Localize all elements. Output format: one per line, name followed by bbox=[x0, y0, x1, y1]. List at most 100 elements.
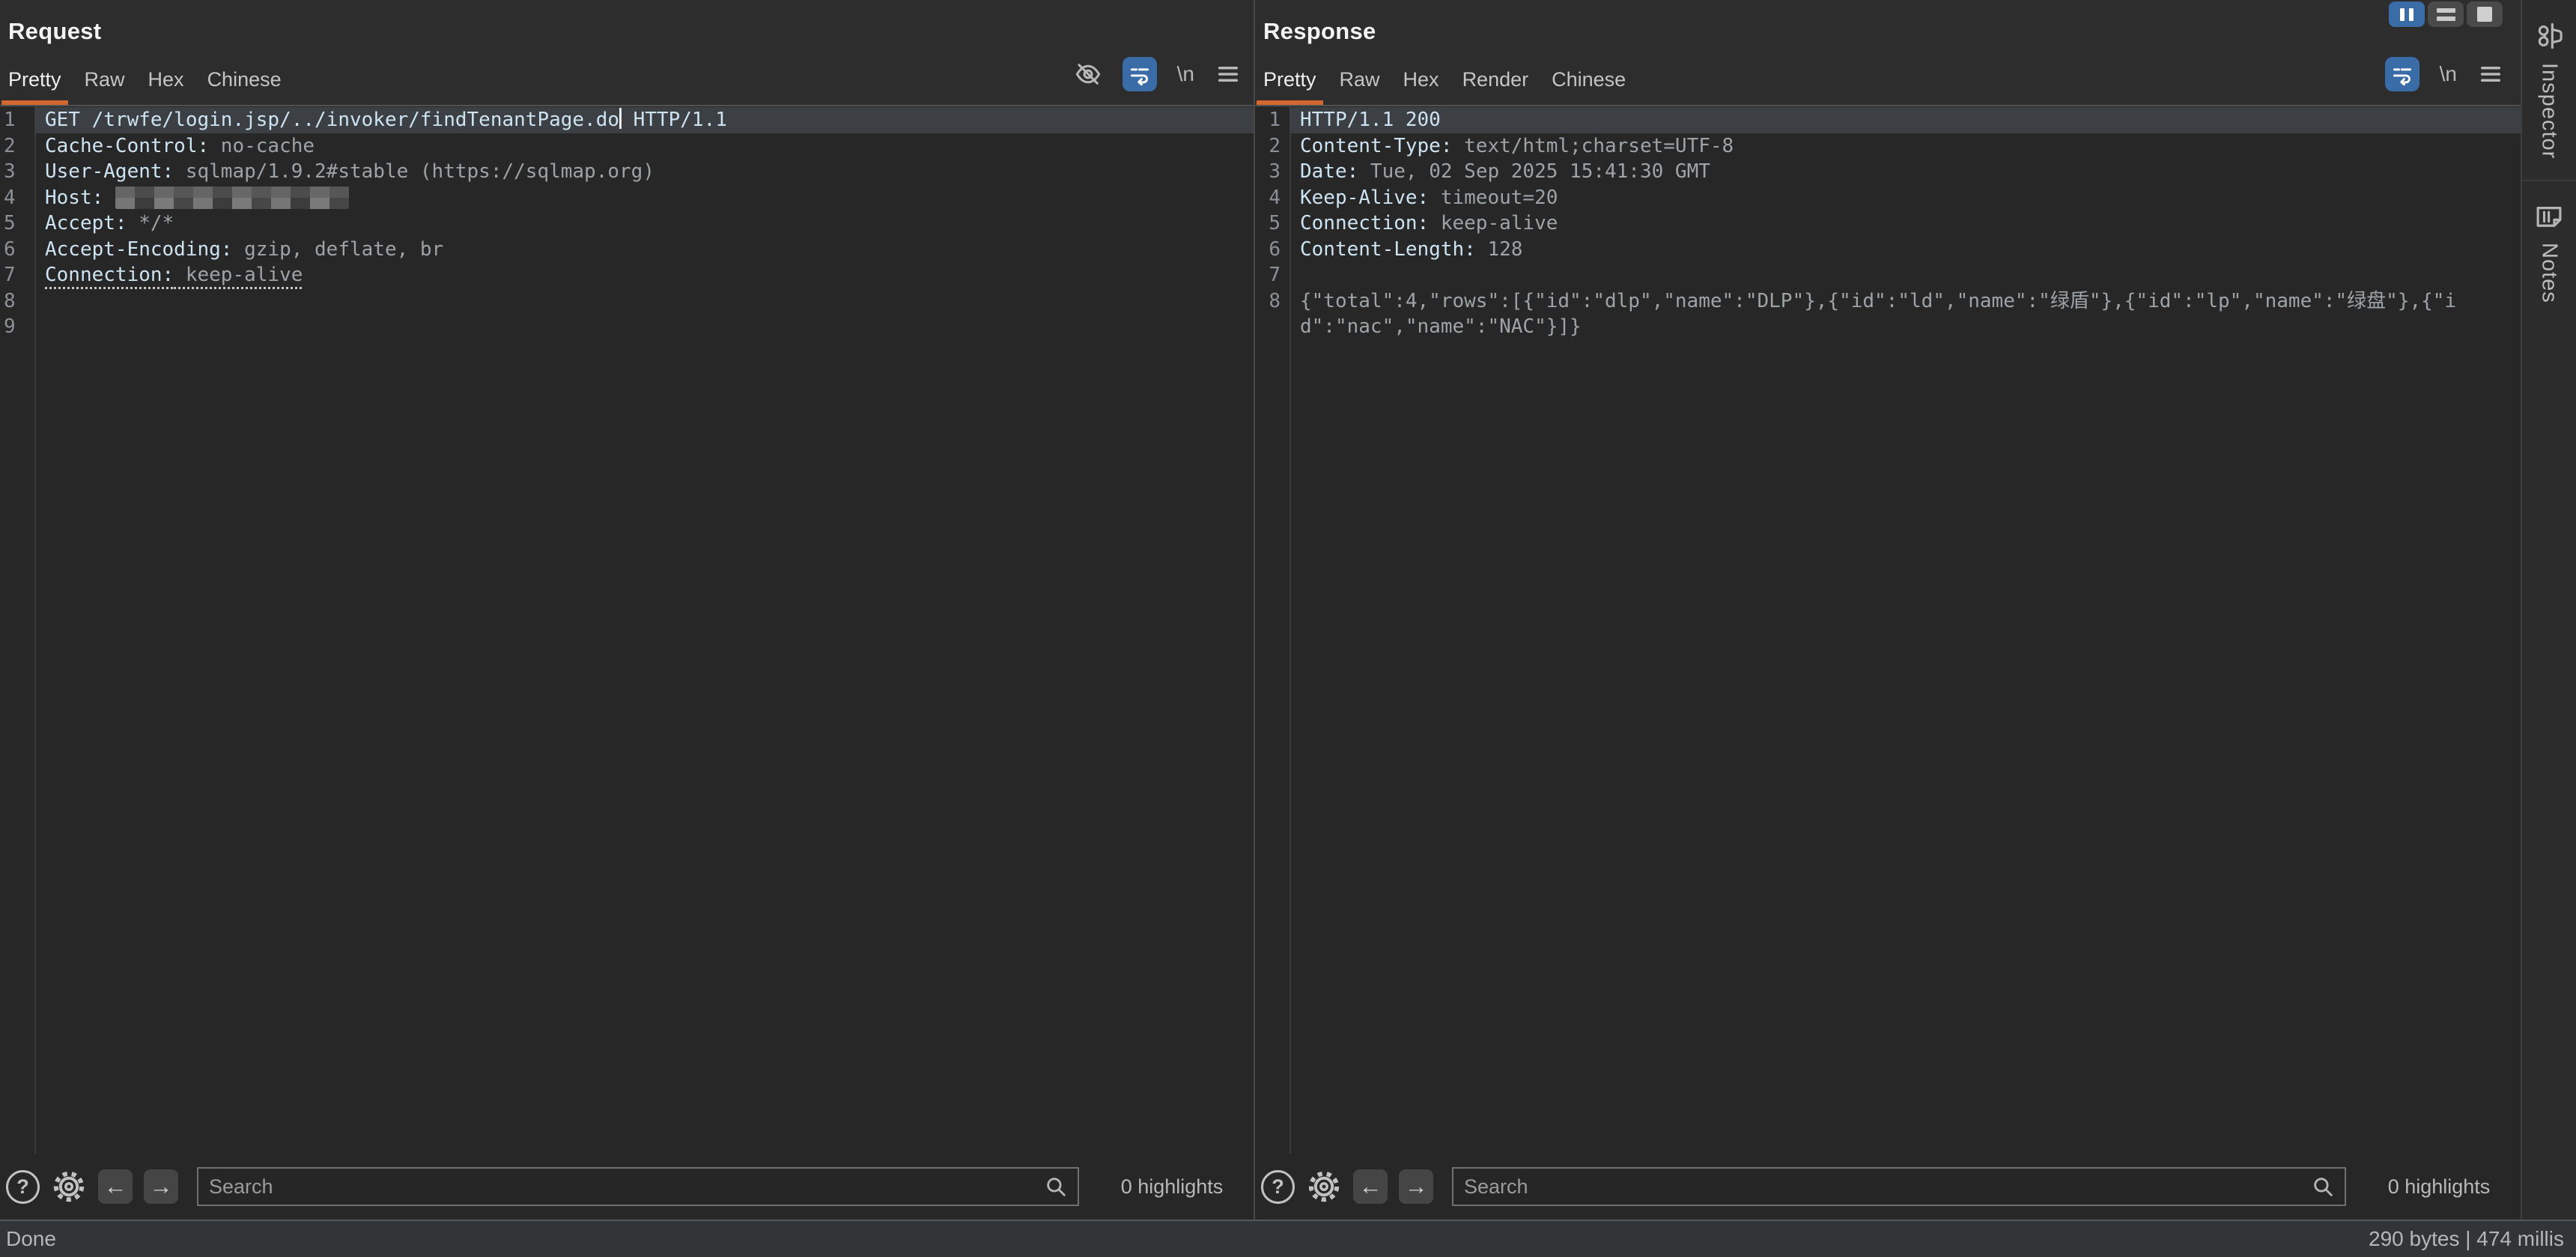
response-search-input[interactable] bbox=[1453, 1175, 2310, 1199]
rows-layout-button[interactable] bbox=[2428, 1, 2464, 27]
value-token: gzip, deflate, br bbox=[232, 238, 443, 261]
line-number: 1 bbox=[1255, 107, 1289, 133]
header-token: Date: bbox=[1300, 160, 1358, 183]
response-search-bar: 0 highlights bbox=[1255, 1154, 2521, 1220]
code-line: 9 bbox=[0, 314, 1254, 340]
response-highlights-count: 0 highlights bbox=[2357, 1175, 2521, 1199]
word-wrap-toggle[interactable] bbox=[1123, 57, 1157, 91]
request-search-input[interactable] bbox=[198, 1175, 1043, 1199]
code-line: 3User-Agent: sqlmap/1.9.2#stable (https:… bbox=[0, 159, 1254, 185]
code-line: 7 bbox=[1255, 262, 2521, 288]
hide-non-printable-icon[interactable] bbox=[1074, 60, 1102, 88]
code-line: 8{"total":4,"rows":[{"id":"dlp","name":"… bbox=[1255, 288, 2521, 340]
code-line: 6Accept-Encoding: gzip, deflate, br bbox=[0, 237, 1254, 263]
maximize-layout-button[interactable] bbox=[2467, 1, 2503, 27]
value-token: sqlmap/1.9.2#stable (https://sqlmap.org) bbox=[174, 160, 654, 183]
request-tab-raw[interactable]: Raw bbox=[78, 68, 132, 105]
editor-menu-icon[interactable] bbox=[1215, 61, 1242, 88]
code-line: 8 bbox=[0, 288, 1254, 315]
line-content: Accept-Encoding: gzip, deflate, br bbox=[34, 237, 1254, 263]
line-content: Keep-Alive: timeout=20 bbox=[1289, 185, 2521, 211]
header-token: Accept-Encoding: bbox=[45, 238, 232, 261]
request-search-bar: 0 highlights bbox=[0, 1154, 1254, 1220]
response-toolbar: \n bbox=[2385, 57, 2521, 105]
response-header: Response Pretty Raw Hex RenderChinese bbox=[1255, 0, 2521, 105]
line-number: 8 bbox=[1255, 288, 1289, 340]
request-tab-hex[interactable]: Hex bbox=[142, 68, 191, 105]
main-area: Request Pretty Raw Hex Chinese bbox=[0, 0, 2576, 1220]
header-token: User-Agent: bbox=[45, 160, 174, 183]
response-editor[interactable]: 1HTTP/1.1 2002Content-Type: text/html;ch… bbox=[1255, 105, 2521, 1154]
line-content: User-Agent: sqlmap/1.9.2#stable (https:/… bbox=[34, 159, 1254, 185]
request-highlights-count: 0 highlights bbox=[1090, 1175, 1254, 1199]
code-line: 4Keep-Alive: timeout=20 bbox=[1255, 185, 2521, 211]
sidebar-item-notes[interactable]: Notes bbox=[2522, 181, 2576, 324]
value-token: 128 bbox=[1476, 238, 1523, 261]
line-content: Accept: */* bbox=[34, 210, 1254, 237]
editor-menu-icon[interactable] bbox=[2477, 61, 2504, 88]
line-content: HTTP/1.1 200 bbox=[1289, 107, 2521, 133]
line-number: 6 bbox=[1255, 237, 1289, 263]
header-token: Cache-Control: bbox=[45, 135, 209, 157]
code-line: 3Date: Tue, 02 Sep 2025 15:41:30 GMT bbox=[1255, 159, 2521, 185]
header-token: Connection: bbox=[45, 264, 174, 286]
response-metrics: 290 bytes | 474 millis bbox=[2369, 1227, 2564, 1251]
value-token: Tue, 02 Sep 2025 15:41:30 GMT bbox=[1358, 160, 1710, 183]
line-number: 5 bbox=[0, 210, 34, 237]
magnifier-icon bbox=[1043, 1174, 1078, 1199]
line-number: 1 bbox=[0, 107, 34, 133]
newline-toggle[interactable]: \n bbox=[2440, 62, 2457, 86]
notes-icon bbox=[2533, 201, 2565, 232]
request-title: Request bbox=[8, 18, 1254, 45]
response-tab-chinese[interactable]: Chinese bbox=[1545, 68, 1632, 105]
response-tab-hex[interactable]: Hex bbox=[1397, 68, 1446, 105]
sidebar-item-inspector[interactable]: Inspector bbox=[2522, 0, 2576, 181]
help-icon[interactable] bbox=[1261, 1170, 1295, 1204]
header-token: HTTP/1.1 bbox=[622, 109, 727, 131]
response-tabrow: Pretty Raw Hex RenderChinese \n bbox=[1257, 57, 2521, 105]
status-message: Done bbox=[6, 1227, 56, 1251]
right-sidebar: Inspector Notes bbox=[2521, 0, 2576, 1220]
header-token: Connection: bbox=[1300, 212, 1429, 234]
magnifier-icon bbox=[2310, 1174, 2345, 1199]
response-tab-raw[interactable]: Raw bbox=[1333, 68, 1387, 105]
line-number: 9 bbox=[0, 314, 34, 340]
request-toolbar: \n bbox=[1074, 57, 1254, 105]
line-number: 7 bbox=[1255, 262, 1289, 288]
http-message-viewer: Request Pretty Raw Hex Chinese bbox=[0, 0, 2576, 1257]
response-tab-render[interactable]: Render bbox=[1456, 68, 1536, 105]
response-title: Response bbox=[1263, 18, 2521, 45]
request-tab-pretty[interactable]: Pretty bbox=[1, 68, 68, 105]
header-token: Content-Length: bbox=[1300, 238, 1476, 261]
header-token: Host: bbox=[45, 187, 103, 209]
search-settings-gear-icon[interactable] bbox=[51, 1169, 87, 1205]
redacted-host-value bbox=[115, 187, 349, 209]
line-content: {"total":4,"rows":[{"id":"dlp","name":"D… bbox=[1289, 288, 2521, 340]
newline-toggle[interactable]: \n bbox=[1177, 62, 1194, 86]
line-content bbox=[34, 314, 1254, 340]
value-token: no-cache bbox=[209, 135, 315, 157]
incognito-icon bbox=[2533, 19, 2566, 52]
next-match-button[interactable] bbox=[1399, 1169, 1433, 1204]
line-content: Connection: keep-alive bbox=[34, 262, 1254, 288]
value-token: */* bbox=[127, 212, 174, 234]
sidebar-item-label: Notes bbox=[2537, 243, 2562, 303]
response-tabs: Pretty Raw Hex RenderChinese bbox=[1257, 68, 2385, 105]
request-tab-chinese[interactable]: Chinese bbox=[201, 68, 288, 105]
previous-match-button[interactable] bbox=[98, 1169, 133, 1204]
header-token: HTTP/1.1 200 bbox=[1300, 109, 1441, 131]
previous-match-button[interactable] bbox=[1353, 1169, 1388, 1204]
word-wrap-toggle[interactable] bbox=[2385, 57, 2419, 91]
header-token: Content-Type: bbox=[1300, 135, 1453, 157]
line-content: Content-Length: 128 bbox=[1289, 237, 2521, 263]
request-tabs: Pretty Raw Hex Chinese bbox=[1, 68, 1074, 105]
request-panel: Request Pretty Raw Hex Chinese bbox=[0, 0, 1255, 1220]
help-icon[interactable] bbox=[6, 1170, 40, 1204]
line-number: 5 bbox=[1255, 210, 1289, 237]
value-token: keep-alive bbox=[174, 264, 303, 286]
next-match-button[interactable] bbox=[144, 1169, 178, 1204]
pause-button[interactable] bbox=[2389, 1, 2425, 27]
request-editor[interactable]: 1GET /trwfe/login.jsp/../invoker/findTen… bbox=[0, 105, 1254, 1154]
search-settings-gear-icon[interactable] bbox=[1306, 1169, 1342, 1205]
response-tab-pretty[interactable]: Pretty bbox=[1257, 68, 1323, 105]
